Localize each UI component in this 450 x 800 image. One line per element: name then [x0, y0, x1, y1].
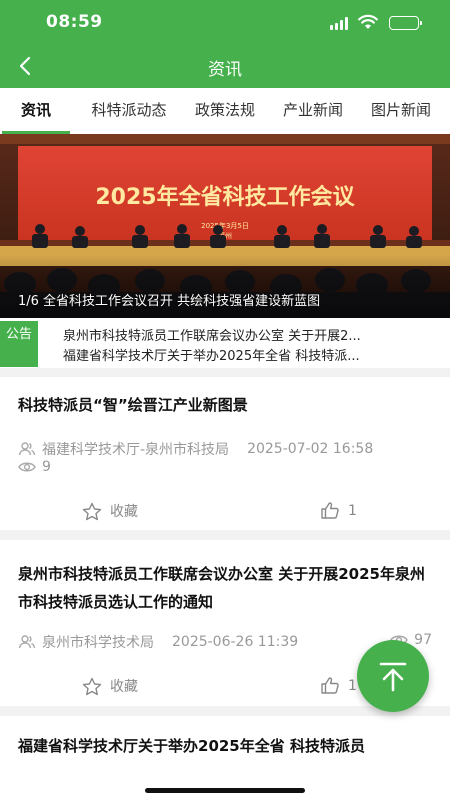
article-meta: 福建科学技术厅-泉州市科技局 2025-07-02 16:58 — [18, 439, 433, 459]
like-button[interactable]: 1 — [320, 501, 357, 520]
scroll-to-top-button[interactable] — [357, 640, 429, 712]
article-meta: 泉州市科学技术局 2025-06-26 11:39 — [18, 632, 298, 652]
announcement-bar: 公告 泉州市科技特派员工作联席会议办公室 关于开展2... 福建省科学技术厅关于… — [0, 318, 450, 368]
app-header: 08:59 资讯 — [0, 0, 450, 88]
like-count: 1 — [348, 502, 357, 519]
favorite-label: 收藏 — [110, 679, 138, 695]
banner-caption: 1/6 全省科技工作会议召开 共绘科技强省建设新蓝图 — [18, 294, 321, 309]
banner-headline: 2025年全省科技工作会议 — [95, 184, 355, 210]
battery-icon — [389, 16, 422, 30]
announcement-item[interactable]: 福建省科学技术厅关于举办2025年全省 科技特派... — [63, 345, 438, 364]
article-title[interactable]: 泉州市科技特派员工作联席会议办公室 关于开展2025年泉州市科技特派员选认工作的… — [18, 560, 433, 616]
article-views: 9 — [18, 459, 51, 475]
thumbs-up-icon — [321, 502, 339, 519]
announcement-item[interactable]: 泉州市科技特派员工作联席会议办公室 关于开展2... — [63, 325, 438, 344]
tab-industry-news[interactable]: 产业新闻 — [276, 88, 350, 134]
users-icon — [18, 635, 36, 649]
article-source: 泉州市科学技术局 — [42, 635, 154, 651]
tab-news[interactable]: 资讯 — [2, 88, 70, 134]
wifi-icon — [358, 14, 378, 29]
home-indicator — [145, 788, 305, 793]
category-tabs: 资讯 科特派动态 政策法规 产业新闻 图片新闻 — [0, 88, 450, 134]
article-datetime: 2025-06-26 11:39 — [172, 634, 299, 650]
thumbs-up-icon — [321, 677, 339, 694]
banner-date: 2025年3月5日 — [201, 221, 249, 230]
article-card[interactable]: 科技特派员“智”绘晋江产业新图景 福建科学技术厅-泉州市科技局 2025-07-… — [0, 377, 450, 530]
favorite-label: 收藏 — [110, 504, 138, 520]
announcement-tag: 公告 — [0, 321, 38, 367]
article-title[interactable]: 福建省科学技术厅关于举办2025年全省 科技特派员 — [18, 732, 433, 760]
arrow-up-to-top-icon — [379, 662, 407, 692]
eye-icon — [18, 462, 36, 472]
tab-tech-commissioner-updates[interactable]: 科特派动态 — [82, 88, 176, 134]
like-button[interactable]: 1 — [320, 676, 357, 695]
star-icon — [82, 502, 102, 520]
nav-bar: 资讯 — [0, 44, 450, 88]
star-icon — [82, 677, 102, 695]
tab-photo-news[interactable]: 图片新闻 — [364, 88, 438, 134]
cellular-signal-icon — [330, 17, 350, 30]
article-title[interactable]: 科技特派员“智”绘晋江产业新图景 — [18, 391, 433, 419]
article-view-count: 9 — [42, 459, 51, 475]
page-title: 资讯 — [208, 60, 242, 80]
favorite-button[interactable]: 收藏 — [82, 676, 138, 696]
status-bar: 08:59 — [0, 0, 450, 44]
status-time: 08:59 — [46, 12, 103, 32]
banner-carousel[interactable]: 2025年全省科技工作会议 2025年3月5日 福州 1/6 全省科技工作会议召… — [0, 134, 450, 318]
favorite-button[interactable]: 收藏 — [82, 501, 138, 521]
tab-policies-regulations[interactable]: 政策法规 — [188, 88, 262, 134]
like-count: 1 — [348, 677, 357, 694]
article-source: 福建科学技术厅-泉州市科技局 — [42, 442, 230, 458]
article-datetime: 2025-07-02 16:58 — [247, 441, 374, 457]
users-icon — [18, 442, 36, 456]
